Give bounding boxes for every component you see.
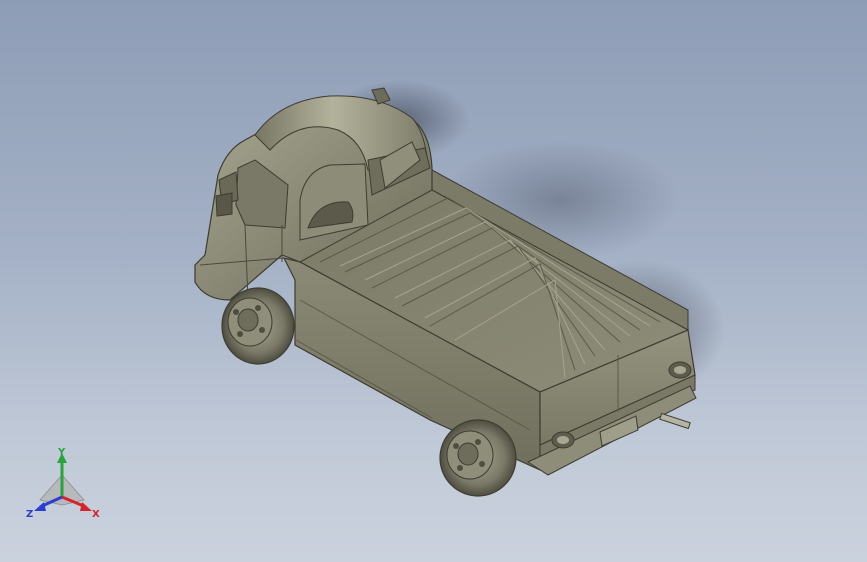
front-wheel [221,287,295,365]
z-axis-label: Z [26,509,33,520]
rear-wheel [439,419,517,497]
x-axis-label: X [92,509,100,520]
y-axis-label: Y [57,447,66,458]
orientation-triad[interactable]: Y X Z [22,445,112,525]
truck-model[interactable] [0,0,867,562]
x-arrow [80,502,92,511]
z-arrow [34,502,46,511]
graphics-viewport[interactable]: Y X Z [0,0,867,562]
